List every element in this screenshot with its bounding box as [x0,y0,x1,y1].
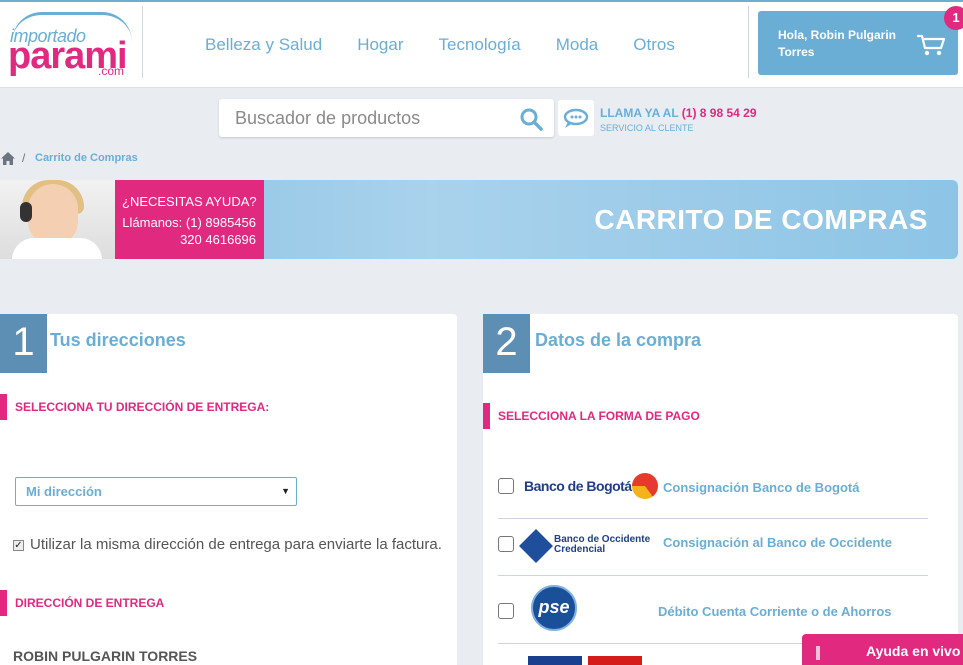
search-bar [219,99,554,137]
payment-method-label: SELECCIONA LA FORMA DE PAGO [483,403,700,429]
live-help-button[interactable]: Ayuda en vivo [802,634,963,665]
nav-tecnologia[interactable]: Tecnología [439,35,521,55]
cart-banner: ¿NECESITAS AYUDA? Llámanos: (1) 8985456 … [0,180,958,259]
main-nav: Belleza y Salud Hogar Tecnología Moda Ot… [205,35,710,55]
user-cart-button[interactable]: Hola, Robin Pulgarin Torres [758,11,958,75]
breadcrumb-separator: / [22,151,26,165]
headset-icon [20,202,32,222]
home-icon[interactable] [1,152,15,165]
payment-option-occidente[interactable]: Banco de Occidente Credencial Consignaci… [498,519,928,576]
nav-belleza-salud[interactable]: Belleza y Salud [205,35,322,55]
cart-count-badge: 1 [944,6,963,30]
payment-option-bogota[interactable]: Banco de Bogotá Consignación Banco de Bo… [498,464,928,519]
addresses-panel: 1 Tus direcciones SELECCIONA TU DIRECCIÓ… [0,314,457,665]
live-help-icon [816,646,820,660]
pse-logo: pse [531,585,577,631]
payment-checkbox[interactable] [498,536,514,552]
recipient-name: ROBIN PULGARIN TORRES [13,648,198,664]
search-icon[interactable] [519,107,543,131]
nav-moda[interactable]: Moda [556,35,599,55]
support-agent-photo [0,180,115,259]
payment-checkbox[interactable] [498,603,514,619]
chat-button[interactable] [558,100,594,136]
address-select-value: Mi dirección [26,484,102,499]
payment-option-label: Débito Cuenta Corriente o de Ahorros [658,604,892,619]
logo[interactable]: importado parami .com [6,8,136,78]
header-divider [748,6,749,78]
address-select[interactable]: Mi dirección ▼ [15,477,297,506]
call-number[interactable]: (1) 8 98 54 29 [682,106,757,120]
logo-suffix: .com [98,64,125,78]
photo-shirt [12,238,102,259]
help-box: ¿NECESITAS AYUDA? Llámanos: (1) 8985456 … [115,180,264,259]
purchase-data-panel: 2 Datos de la compra SELECCIONA LA FORMA… [483,314,958,665]
panel-title: Tus direcciones [50,330,186,350]
mastercard-logo [588,656,642,665]
call-label: LLAMA YA AL [600,106,682,120]
same-address-text: Utilizar la misma dirección de entrega p… [30,536,442,553]
header-divider [142,6,143,78]
user-greeting: Hola, Robin Pulgarin Torres [778,28,897,59]
visa-card-logo [528,656,582,665]
call-now: LLAMA YA AL (1) 8 98 54 29 [600,106,757,120]
bank-occidente-logo-icon [519,529,553,563]
help-phone-2: 320 4616696 [180,232,256,247]
header: importado parami .com Belleza y Salud Ho… [0,0,963,88]
cart-icon [917,34,946,56]
bank-occidente-subname: Credencial [554,544,606,555]
bank-bogota-logo-text: Banco de Bogotá [524,478,632,494]
panel-title: Datos de la compra [535,330,702,350]
bank-bogota-logo-icon [632,473,658,499]
photo-face [28,184,78,244]
delivery-address-label: DIRECCIÓN DE ENTREGA [0,590,164,616]
bank-occidente-logo-text: Banco de Occidente Credencial [554,535,650,555]
search-input[interactable] [219,99,491,137]
payment-option-label: Consignación Banco de Bogotá [663,480,860,495]
payment-checkbox[interactable] [498,478,514,494]
same-address-option: ✓ Utilizar la misma dirección de entrega … [13,534,443,555]
select-address-label: SELECCIONA TU DIRECCIÓN DE ENTREGA: [0,394,269,420]
nav-hogar[interactable]: Hogar [357,35,403,55]
help-title: ¿NECESITAS AYUDA? [122,194,257,209]
customer-service-label: SERVICIO AL CLENTE [600,123,694,133]
chat-icon [563,108,589,128]
help-phone-1: Llámanos: (1) 8985456 [122,215,256,230]
breadcrumb-current: Carrito de Compras [35,152,138,164]
nav-otros[interactable]: Otros [633,35,675,55]
chevron-down-icon: ▼ [281,486,290,496]
payment-option-label: Consignación al Banco de Occidente [663,535,892,550]
same-address-checkbox[interactable]: ✓ [13,540,24,551]
step-number: 2 [483,314,530,373]
live-help-label: Ayuda en vivo [866,643,961,659]
page-title: CARRITO DE COMPRAS [594,204,928,235]
step-number: 1 [0,314,47,373]
